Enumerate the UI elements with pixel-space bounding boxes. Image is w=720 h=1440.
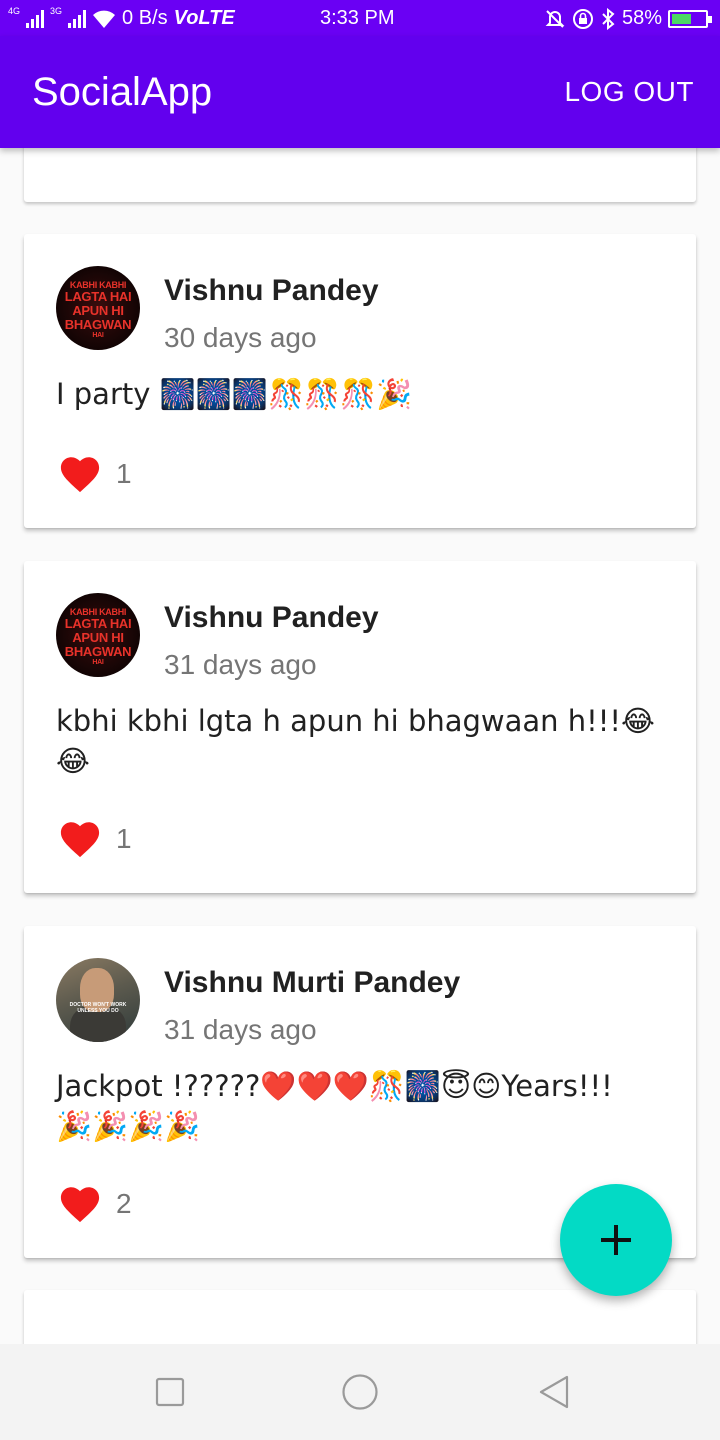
post-card[interactable]: KABHI KABHI LAGTA HAI APUN HI BHAGWAN HA… xyxy=(24,234,696,528)
heart-icon[interactable] xyxy=(58,819,102,859)
avatar-caption: DOCTOR WON'T WORK UNLESS YOU DO xyxy=(69,1002,127,1014)
post-timestamp: 31 days ago xyxy=(164,649,317,680)
battery-percent: 58% xyxy=(621,7,662,29)
rotation-lock-icon xyxy=(572,8,593,29)
logout-button[interactable]: LOG OUT xyxy=(564,76,694,108)
network-type-a: 4G xyxy=(8,6,21,16)
post-author: Vishnu Pandey xyxy=(164,274,379,307)
signal-icon-2 xyxy=(68,9,87,28)
avatar-poster-text: KABHI KABHI LAGTA HAI APUN HI BHAGWAN HA… xyxy=(64,607,132,666)
volte-indicator: VoLTE xyxy=(173,7,235,29)
like-count: 1 xyxy=(116,458,132,489)
post-timestamp: 30 days ago xyxy=(164,322,317,353)
add-post-button[interactable] xyxy=(560,1184,672,1296)
network-type-b: 3G xyxy=(50,6,63,16)
like-count: 2 xyxy=(116,1188,132,1219)
post-author: Vishnu Pandey xyxy=(164,601,379,634)
post-card-partial[interactable] xyxy=(24,148,696,202)
wifi-icon xyxy=(93,10,116,28)
battery-icon xyxy=(668,9,712,28)
post-body: kbhi kbhi lgta h apun hi bhagwaan h!!!😂😂 xyxy=(56,704,655,778)
recents-square-icon[interactable] xyxy=(155,1377,185,1407)
post-timestamp: 31 days ago xyxy=(164,1014,317,1045)
signal-icon xyxy=(26,9,45,28)
post-body: I party 🎆🎆🎆🎊🎊🎊🎉 xyxy=(56,377,413,411)
status-left: 4G 3G 0 B/s VoLTE xyxy=(8,7,235,30)
status-right: 58% xyxy=(544,7,712,30)
system-nav-bar xyxy=(0,1344,720,1440)
data-speed: 0 B/s xyxy=(122,7,168,29)
post-card-partial[interactable] xyxy=(24,1290,696,1344)
status-bar: 4G 3G 0 B/s VoLTE 3:33 PM 58% xyxy=(0,0,720,36)
avatar[interactable]: KABHI KABHI LAGTA HAI APUN HI BHAGWAN HA… xyxy=(56,593,140,677)
post-card[interactable]: KABHI KABHI LAGTA HAI APUN HI BHAGWAN HA… xyxy=(24,561,696,893)
post-body: Jackpot !?????❤️❤️❤️🎊🎆😇😊Years!!! 🎉🎉🎉🎉 xyxy=(56,1069,613,1143)
heart-icon[interactable] xyxy=(58,1184,102,1224)
like-button[interactable]: 1 xyxy=(58,454,132,494)
like-button[interactable]: 2 xyxy=(58,1184,132,1224)
avatar[interactable]: DOCTOR WON'T WORK UNLESS YOU DO xyxy=(56,958,140,1042)
like-count: 1 xyxy=(116,823,132,854)
app-bar: SocialApp LOG OUT xyxy=(0,36,720,148)
avatar[interactable]: KABHI KABHI LAGTA HAI APUN HI BHAGWAN HA… xyxy=(56,266,140,350)
heart-icon[interactable] xyxy=(58,454,102,494)
plus-icon xyxy=(601,1225,631,1255)
avatar-poster-text: KABHI KABHI LAGTA HAI APUN HI BHAGWAN HA… xyxy=(64,280,132,339)
bluetooth-icon xyxy=(602,7,615,30)
home-circle-icon[interactable] xyxy=(341,1373,379,1411)
like-button[interactable]: 1 xyxy=(58,819,132,859)
home-button[interactable] xyxy=(340,1372,380,1412)
clock: 3:33 PM xyxy=(320,7,395,29)
recents-button[interactable] xyxy=(150,1372,190,1412)
mute-icon xyxy=(545,9,565,28)
app-title: SocialApp xyxy=(32,70,213,114)
back-triangle-icon[interactable] xyxy=(537,1374,571,1410)
post-author: Vishnu Murti Pandey xyxy=(164,966,461,999)
post-feed[interactable]: KABHI KABHI LAGTA HAI APUN HI BHAGWAN HA… xyxy=(0,148,720,1344)
back-button[interactable] xyxy=(534,1372,574,1412)
